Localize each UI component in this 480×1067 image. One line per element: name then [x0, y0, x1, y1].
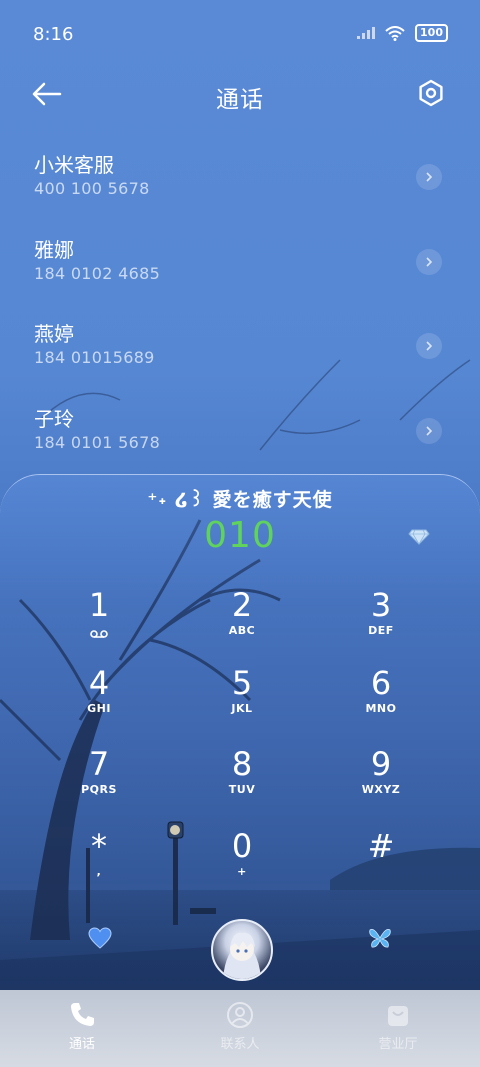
settings-button[interactable] [416, 78, 446, 108]
list-item[interactable]: 燕婷 184 01015689 [0, 304, 480, 389]
heart-icon[interactable] [88, 927, 112, 949]
list-item[interactable]: 小米客服 400 100 5678 [0, 135, 480, 220]
call-button[interactable] [211, 919, 273, 981]
dial-key-1[interactable]: 1 [44, 587, 154, 657]
header: 通话 [0, 64, 480, 124]
chevron-right-icon [426, 256, 433, 267]
contact-name: 子玲 [34, 406, 74, 431]
voicemail-icon [90, 630, 108, 638]
chevron-right-icon [426, 172, 433, 182]
key-letters: ABC [228, 624, 256, 637]
details-button[interactable] [416, 417, 442, 444]
key-letters: TUV [228, 783, 256, 796]
contact-name: 燕婷 [34, 322, 74, 346]
wifi-icon [385, 25, 405, 41]
store-icon [388, 1006, 408, 1026]
key-digit: 7 [88, 745, 110, 783]
page-title: 通话 [216, 87, 264, 113]
recent-calls-list: 小米客服 400 100 5678 雅娜 184 0102 4685 燕婷 18… [0, 135, 480, 473]
chevron-right-icon [426, 425, 433, 436]
key-letters: PQRS [81, 783, 117, 796]
delete-gem-icon[interactable] [408, 529, 430, 545]
contacts-icon [227, 1002, 253, 1028]
dial-key-0[interactable]: 0 + [187, 828, 297, 898]
phone-icon [71, 1003, 94, 1026]
key-digit: 2 [231, 586, 253, 624]
key-letters: WXYZ [361, 783, 401, 796]
status-time: 8:16 [33, 24, 74, 45]
avatar-call-icon [223, 932, 261, 979]
dial-key-hash[interactable]: # [326, 828, 436, 898]
battery-indicator: 100 [415, 24, 448, 42]
settings-hexagon-icon [419, 79, 443, 107]
key-digit: # [367, 827, 395, 865]
contact-number: 400 100 5678 [34, 179, 150, 198]
contact-name: 雅娜 [34, 237, 74, 262]
details-button[interactable] [416, 248, 442, 275]
dial-key-2[interactable]: 2 ABC [187, 587, 297, 657]
dialer-signature: ⁺˖ ໒꒱ 愛を癒す天使 [147, 489, 333, 511]
contact-number: 184 0102 4685 [34, 263, 161, 283]
tab-label: 通话 [68, 1037, 95, 1052]
status-bar: 8:16 100 [0, 0, 480, 64]
chevron-right-icon [426, 341, 433, 351]
status-icons: 100 [357, 24, 448, 42]
butterfly-icon[interactable] [368, 927, 392, 949]
dialer-panel: ⁺˖ ໒꒱ 愛を癒す天使 010 1 2 ABC 3 DEF 4 GHI 5 J… [0, 474, 480, 991]
key-digit: 4 [88, 664, 110, 702]
details-button[interactable] [416, 164, 442, 190]
key-letters: JKL [231, 702, 253, 715]
contact-number: 184 01015689 [34, 348, 155, 367]
contact-name: 小米客服 [34, 153, 114, 177]
tab-contacts[interactable]: 联系人 [180, 1000, 300, 1052]
dial-key-6[interactable]: 6 MNO [326, 665, 436, 735]
list-item[interactable]: 子玲 184 0101 5678 [0, 389, 480, 474]
tab-label: 联系人 [220, 1037, 260, 1052]
dial-key-3[interactable]: 3 DEF [326, 587, 436, 657]
key-digit: 3 [370, 586, 392, 624]
dial-key-4[interactable]: 4 GHI [44, 665, 154, 735]
dial-key-star[interactable]: * , [44, 828, 154, 898]
tab-store[interactable]: 营业厅 [338, 1000, 458, 1052]
list-item[interactable]: 雅娜 184 0102 4685 [0, 220, 480, 305]
key-digit: 0 [231, 827, 253, 865]
dial-key-8[interactable]: 8 TUV [187, 746, 297, 816]
tab-calls[interactable]: 通话 [22, 1000, 142, 1052]
key-digit: 5 [231, 664, 253, 702]
key-digit: 6 [370, 664, 392, 702]
key-letters: MNO [365, 702, 397, 715]
bottom-nav: 通话 联系人 营业厅 [0, 990, 480, 1067]
dial-key-5[interactable]: 5 JKL [187, 665, 297, 735]
key-digit: 8 [231, 745, 253, 783]
dial-key-9[interactable]: 9 WXYZ [326, 746, 436, 816]
signal-icon [357, 27, 376, 39]
tab-label: 营业厅 [378, 1037, 418, 1052]
key-digit: * [91, 827, 107, 865]
key-letters: GHI [87, 702, 111, 715]
key-letters: , [96, 865, 102, 878]
key-digit: 9 [370, 745, 392, 783]
details-button[interactable] [416, 333, 442, 359]
key-digit: 1 [88, 586, 110, 624]
dial-key-7[interactable]: 7 PQRS [44, 746, 154, 816]
key-letters: + [237, 865, 247, 878]
contact-number: 184 0101 5678 [34, 432, 161, 452]
key-letters: DEF [368, 624, 394, 637]
